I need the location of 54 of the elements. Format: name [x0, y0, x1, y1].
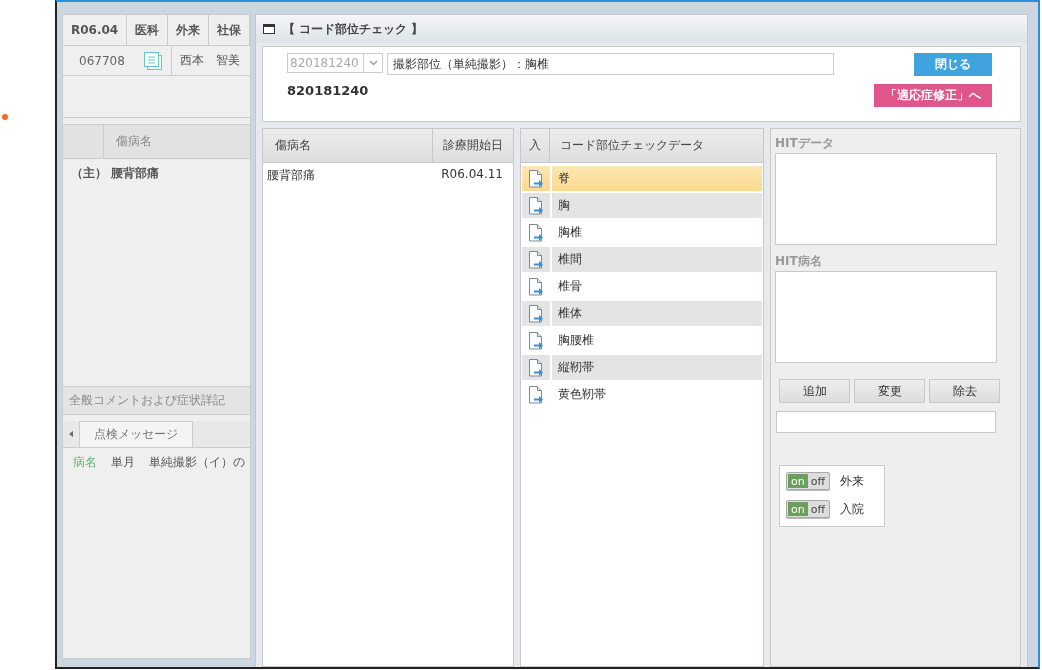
action-button[interactable]: 追加: [779, 379, 850, 403]
toggle-label: 入院: [840, 500, 864, 518]
list-row[interactable]: 椎間: [522, 247, 762, 272]
message-tab[interactable]: 点検メッセージ: [79, 421, 193, 447]
message-period: 単月: [111, 454, 135, 471]
window-icon: [263, 24, 275, 34]
table-cell-text: R06.04.11: [441, 167, 503, 183]
document-arrow-icon: [528, 250, 544, 269]
document-arrow-icon: [528, 304, 544, 323]
notes-icon[interactable]: [143, 50, 163, 71]
patient-name: 西本 智美: [171, 46, 240, 75]
document-arrow-icon: [528, 223, 544, 242]
table-cell: 腰背部痛: [267, 167, 315, 184]
hit-data-box[interactable]: [775, 153, 997, 245]
indication-button[interactable]: 「適応症修正」へ: [874, 84, 992, 107]
toggle-label: 外来: [840, 472, 864, 490]
list-row[interactable]: 椎体: [522, 301, 762, 326]
name-field[interactable]: 撮影部位（単純撮影）：胸椎: [387, 53, 834, 75]
field-label: HITデータ: [775, 135, 835, 152]
list-row[interactable]: 胸: [522, 193, 762, 218]
code-label: 820181240: [287, 83, 370, 98]
input-field[interactable]: [776, 411, 996, 433]
column-header: コード部位チェックデータ: [549, 129, 763, 162]
scroll-left-icon[interactable]: [67, 430, 75, 438]
document-arrow-icon: [528, 277, 544, 296]
action-button[interactable]: 変更: [854, 379, 925, 403]
column-header: 傷病名: [115, 133, 152, 150]
header-cell[interactable]: R06.04: [63, 15, 128, 45]
document-arrow-icon: [528, 358, 544, 377]
document-arrow-icon: [528, 169, 544, 188]
header-cell[interactable]: 医科: [127, 15, 169, 45]
field-label: HIT病名: [775, 253, 823, 270]
main-disease-marker: （主）: [71, 165, 107, 182]
header-cell[interactable]: 社保: [209, 15, 250, 45]
document-arrow-icon: [528, 196, 544, 215]
column-header: 診療開始日: [432, 129, 513, 162]
action-button[interactable]: 除去: [929, 379, 1000, 403]
message-category: 病名: [73, 454, 97, 471]
toggle-switch[interactable]: on off: [786, 472, 830, 490]
header-cell[interactable]: 外来: [168, 15, 210, 45]
document-arrow-icon: [528, 331, 544, 350]
disease-name: 腰背部痛: [111, 165, 159, 182]
list-row[interactable]: 縦靭帯: [522, 355, 762, 380]
document-arrow-icon: [528, 385, 544, 404]
toggle-switch[interactable]: on off: [786, 500, 830, 518]
bullet-dot: [2, 114, 8, 120]
column-header: 入: [528, 137, 542, 154]
list-row[interactable]: 脊: [522, 166, 762, 191]
message-text: 単純撮影（イ）の: [149, 454, 245, 471]
patient-id: 067708: [78, 53, 126, 68]
hit-disease-box[interactable]: [775, 271, 997, 363]
dialog-title: 【 コード部位チェック 】: [283, 20, 424, 38]
chevron-down-icon: [368, 60, 378, 66]
column-header: 傷病名: [274, 137, 312, 154]
